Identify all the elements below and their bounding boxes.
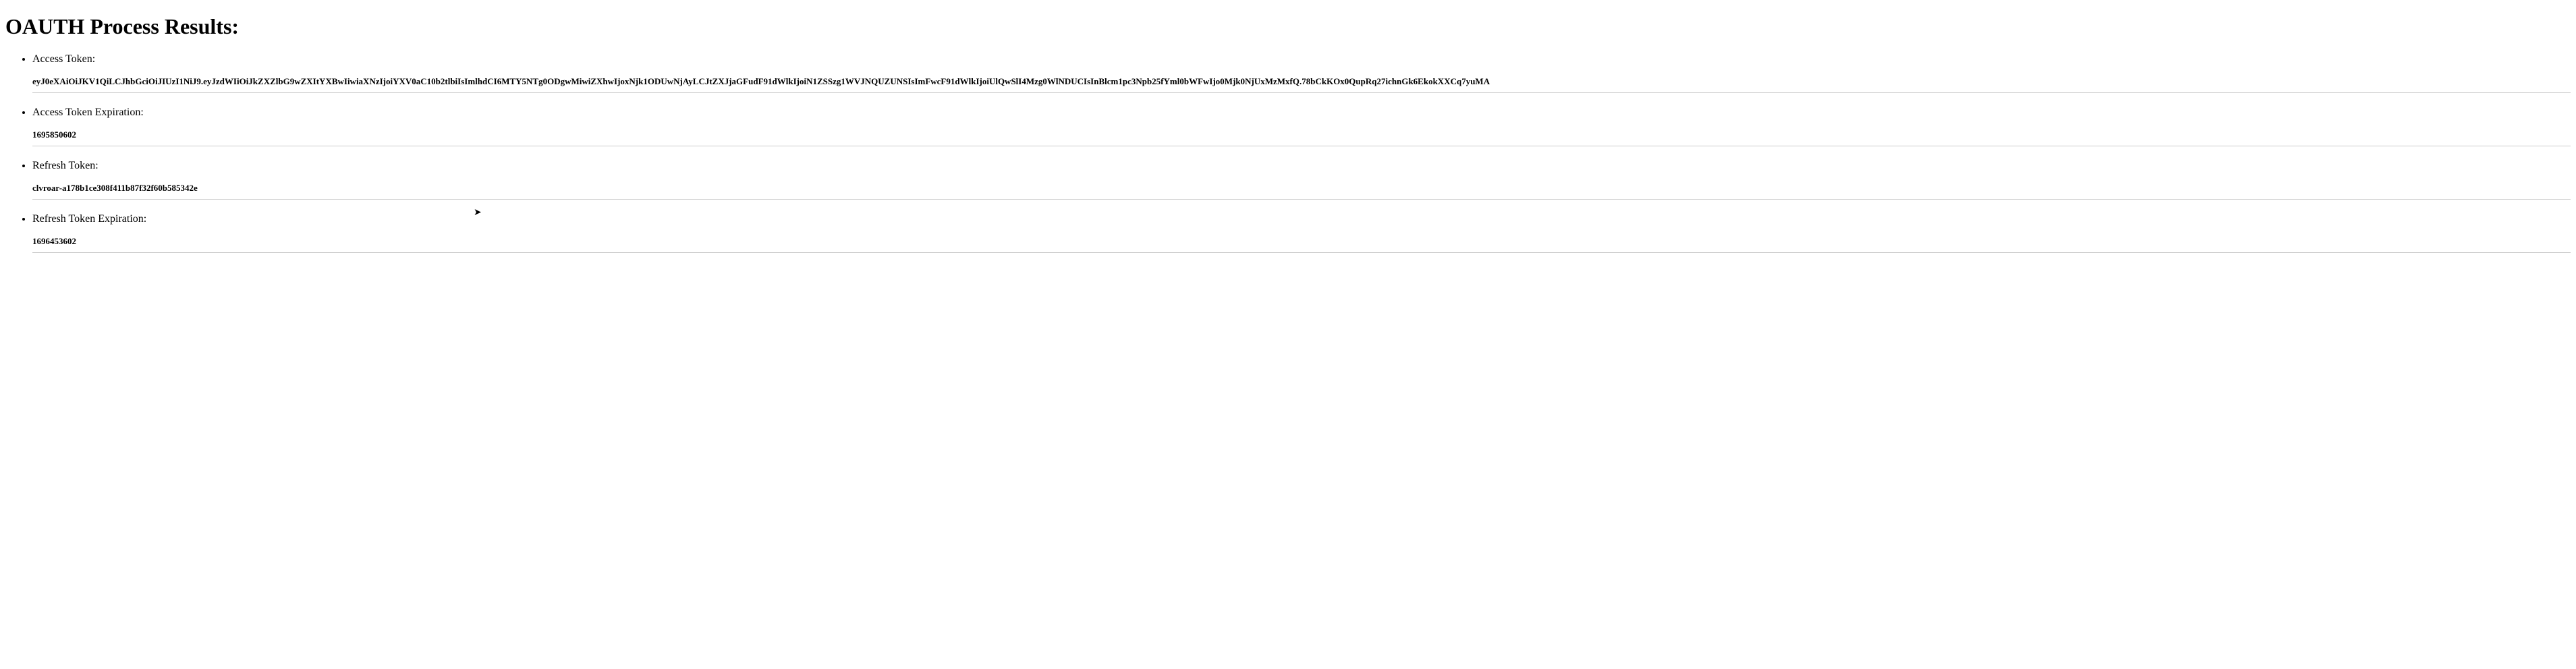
access-token-value: eyJ0eXAiOiJKV1QiLCJhbGciOiJIUzI1NiJ9.eyJ… (32, 76, 2571, 87)
list-item: Refresh Token Expiration: 1696453602 (32, 213, 2571, 253)
refresh-token-expiration-label: Refresh Token Expiration: (32, 213, 146, 225)
divider (32, 199, 2571, 200)
list-item: Access Token Expiration: 1695850602 (32, 107, 2571, 146)
results-list: Access Token: eyJ0eXAiOiJKV1QiLCJhbGciOi… (5, 53, 2571, 253)
access-token-label: Access Token: (32, 53, 95, 65)
refresh-token-value: clvroar-a178b1ce308f411b87f32f60b585342e (32, 183, 2571, 194)
access-token-expiration-value: 1695850602 (32, 129, 2571, 140)
divider (32, 252, 2571, 253)
page-title: OAUTH Process Results: (5, 14, 2571, 39)
list-item: Access Token: eyJ0eXAiOiJKV1QiLCJhbGciOi… (32, 53, 2571, 93)
list-item: Refresh Token: clvroar-a178b1ce308f411b8… (32, 160, 2571, 200)
refresh-token-label: Refresh Token: (32, 160, 99, 171)
refresh-token-expiration-value: 1696453602 (32, 236, 2571, 247)
access-token-expiration-label: Access Token Expiration: (32, 107, 144, 118)
divider (32, 92, 2571, 93)
